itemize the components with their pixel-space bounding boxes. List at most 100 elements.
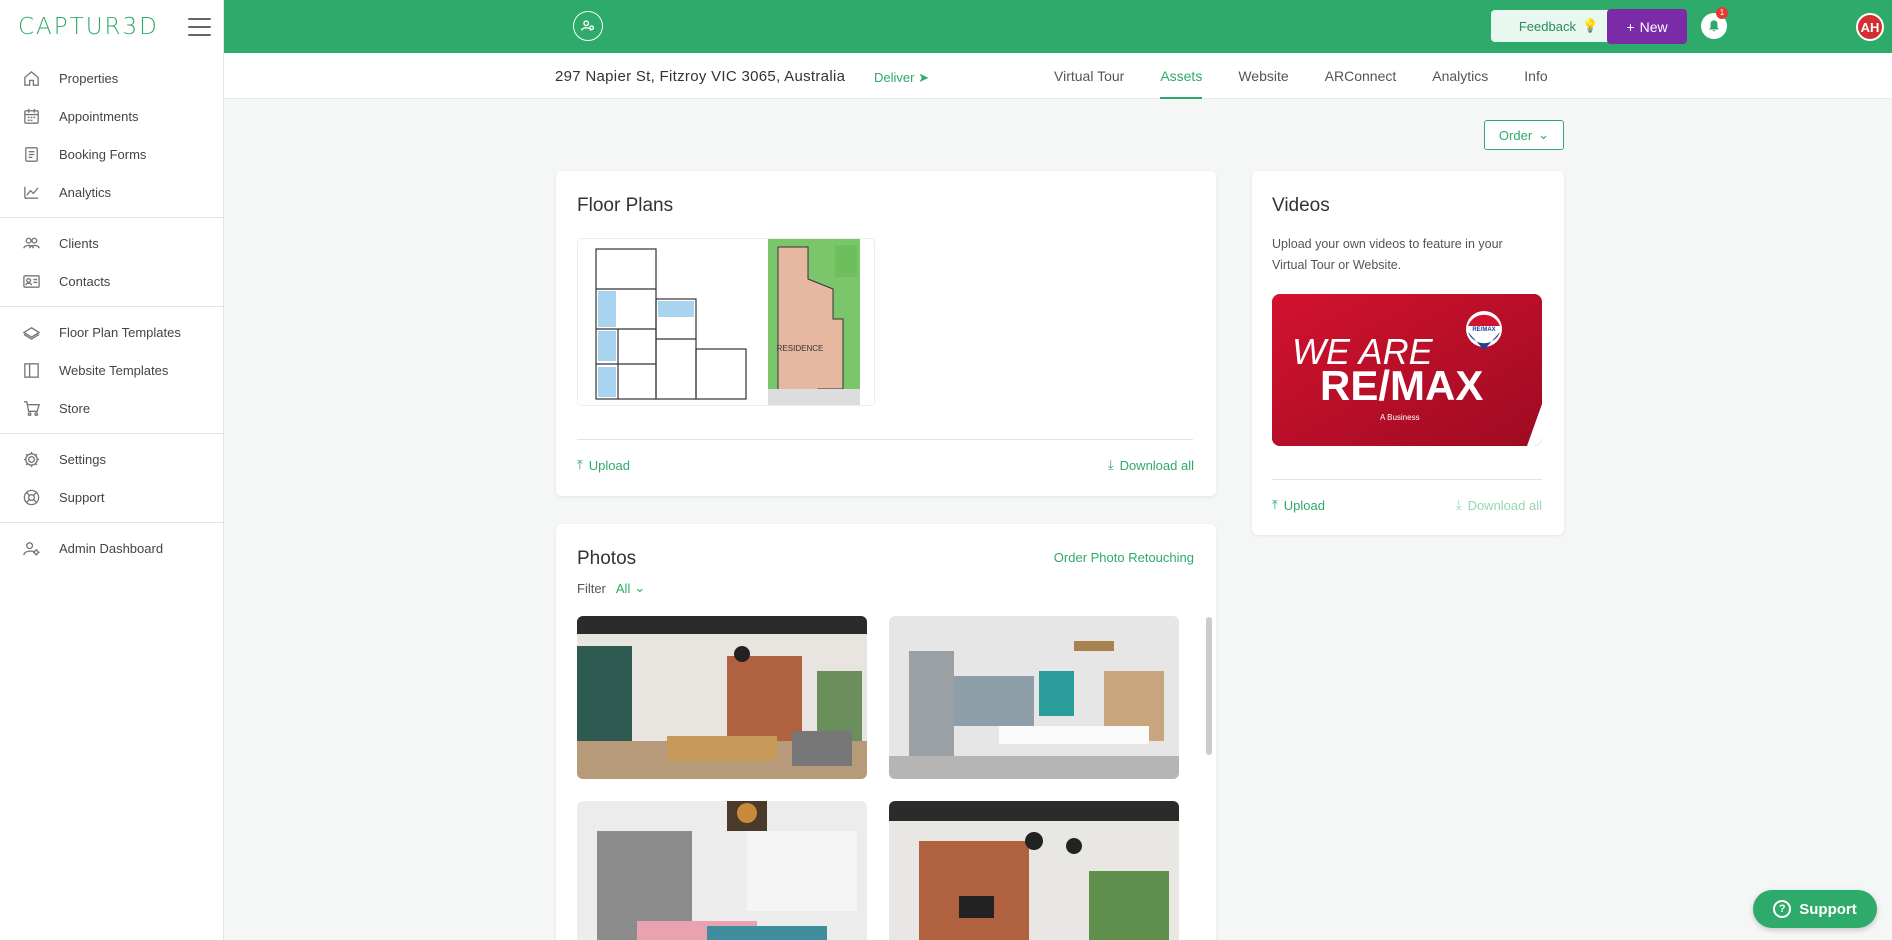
balloon-logo-text: RE/MAX (1472, 327, 1495, 333)
menu-toggle-icon[interactable] (188, 17, 211, 36)
floor-plans-download-all-button[interactable]: ⤓ Download all (1108, 457, 1194, 473)
property-header: 297 Napier St, Fitzroy VIC 3065, Austral… (224, 53, 1892, 99)
sidebar-item-analytics[interactable]: Analytics (0, 173, 223, 211)
upload-icon: ⤒ (1272, 497, 1278, 512)
photos-title: Photos (577, 548, 637, 569)
photo-thumbnail[interactable] (889, 616, 1179, 779)
new-button[interactable]: + New (1607, 9, 1687, 44)
sidebar-item-label: Support (59, 489, 105, 505)
sidebar-item-booking-forms[interactable]: Booking Forms (0, 135, 223, 173)
tab-analytics[interactable]: Analytics (1432, 53, 1488, 99)
gear-icon (21, 449, 41, 469)
sidebar-item-floor-plan-templates[interactable]: Floor Plan Templates (0, 313, 223, 351)
layout-icon (21, 360, 41, 380)
tab-assets[interactable]: Assets (1160, 53, 1203, 99)
download-label: Download all (1119, 457, 1194, 473)
notification-badge: 1 (1716, 7, 1728, 19)
photo-thumbnail[interactable] (889, 801, 1179, 940)
download-icon: ⤓ (1455, 497, 1462, 512)
order-photo-retouching-link[interactable]: Order Photo Retouching (1054, 550, 1194, 565)
videos-divider (1272, 479, 1542, 480)
deliver-label: Deliver (874, 70, 915, 85)
photo-kitchen (889, 616, 1179, 779)
sidebar-item-store[interactable]: Store (0, 389, 223, 427)
sidebar: CAPTUR3D Properties Appointments Booking… (0, 0, 224, 940)
filter-label: Filter (577, 580, 606, 596)
team-icon[interactable] (573, 11, 603, 41)
photo-bedroom (577, 801, 867, 940)
upload-icon: ⤒ (577, 457, 583, 472)
send-icon: ➤ (918, 70, 929, 85)
retouch-label: Order Photo Retouching (1053, 550, 1194, 565)
nav-group-admin: Admin Dashboard (0, 523, 223, 573)
lifebuoy-icon (21, 487, 41, 507)
floor-plan-room-label: RESIDENCE (777, 344, 824, 353)
order-label: Order (1498, 127, 1533, 143)
property-address: 297 Napier St, Fitzroy VIC 3065, Austral… (555, 68, 846, 85)
new-label: New (1639, 18, 1668, 35)
nav-group-settings: Settings Support (0, 434, 223, 523)
plus-icon: + (1626, 18, 1635, 35)
photo-filter: Filter All ⌄ (577, 580, 645, 596)
support-chat-button[interactable]: ? Support (1753, 890, 1877, 928)
logo[interactable]: CAPTUR3D (18, 14, 159, 40)
admin-icon (21, 538, 41, 558)
sidebar-item-website-templates[interactable]: Website Templates (0, 351, 223, 389)
sidebar-item-label: Floor Plan Templates (59, 324, 181, 340)
support-label: Support (1799, 900, 1857, 918)
property-tabs: Virtual Tour Assets Website ARConnect An… (1054, 53, 1584, 99)
videos-upload-button[interactable]: ⤒ Upload (1272, 497, 1325, 513)
avatar[interactable]: AH (1856, 13, 1884, 41)
sidebar-item-label: Appointments (59, 108, 139, 124)
filter-value: All (615, 580, 631, 596)
tab-arconnect[interactable]: ARConnect (1325, 53, 1397, 99)
logo-row: CAPTUR3D (0, 0, 223, 53)
help-icon: ? (1773, 900, 1792, 918)
sidebar-item-label: Contacts (59, 273, 111, 289)
nav-group-templates: Floor Plan Templates Website Templates S… (0, 307, 223, 434)
calendar-icon (21, 106, 41, 126)
photo-thumbnail[interactable] (577, 801, 867, 940)
floor-plans-card: Floor Plans RESIDENCE ⤒ Upload ⤓ Downloa… (556, 171, 1216, 496)
cart-icon (21, 398, 41, 418)
tab-website[interactable]: Website (1238, 53, 1288, 99)
sidebar-item-contacts[interactable]: Contacts (0, 262, 223, 300)
contact-card-icon (21, 271, 41, 291)
upload-label: Upload (588, 457, 630, 473)
order-dropdown[interactable]: Order ⌄ (1484, 120, 1564, 150)
deliver-link[interactable]: Deliver ➤ (874, 70, 929, 86)
videos-title: Videos (1272, 195, 1330, 216)
sidebar-item-admin-dashboard[interactable]: Admin Dashboard (0, 529, 223, 567)
floor-plan-thumbnail[interactable]: RESIDENCE (577, 238, 875, 406)
chart-icon (21, 182, 41, 202)
upload-label: Upload (1283, 497, 1325, 513)
floor-plans-divider (577, 439, 1193, 440)
sidebar-item-appointments[interactable]: Appointments (0, 97, 223, 135)
photos-scrollbar[interactable] (1206, 617, 1212, 755)
floor-plans-title: Floor Plans (577, 195, 674, 216)
nav-group-main: Properties Appointments Booking Forms An… (0, 53, 223, 218)
sidebar-item-settings[interactable]: Settings (0, 440, 223, 478)
filter-dropdown[interactable]: All ⌄ (616, 580, 645, 596)
home-icon (21, 68, 41, 88)
videos-download-all-button[interactable]: ⤓ Download all (1456, 497, 1542, 513)
layers-icon (21, 322, 41, 342)
sidebar-item-label: Booking Forms (59, 146, 147, 162)
sidebar-item-support[interactable]: Support (0, 478, 223, 516)
tab-virtual-tour[interactable]: Virtual Tour (1054, 53, 1124, 99)
nav-group-people: Clients Contacts (0, 218, 223, 307)
floor-plans-upload-button[interactable]: ⤒ Upload (577, 457, 630, 473)
feedback-button[interactable]: Feedback 💡 (1491, 10, 1626, 42)
download-icon: ⤓ (1107, 457, 1114, 472)
tab-info[interactable]: Info (1524, 53, 1547, 99)
clients-icon (21, 233, 41, 253)
lightbulb-icon: 💡 (1581, 18, 1599, 33)
photo-thumbnail[interactable] (577, 616, 867, 779)
sidebar-item-label: Properties (59, 70, 119, 86)
chevron-down-icon: ⌄ (1538, 127, 1550, 142)
sidebar-item-clients[interactable]: Clients (0, 224, 223, 262)
video-thumbnail[interactable]: WE ARE RE/MAX A Business RE/MAX (1272, 294, 1542, 446)
photo-living-room (577, 616, 867, 779)
sidebar-item-properties[interactable]: Properties (0, 59, 223, 97)
photo-lounge (889, 801, 1179, 940)
